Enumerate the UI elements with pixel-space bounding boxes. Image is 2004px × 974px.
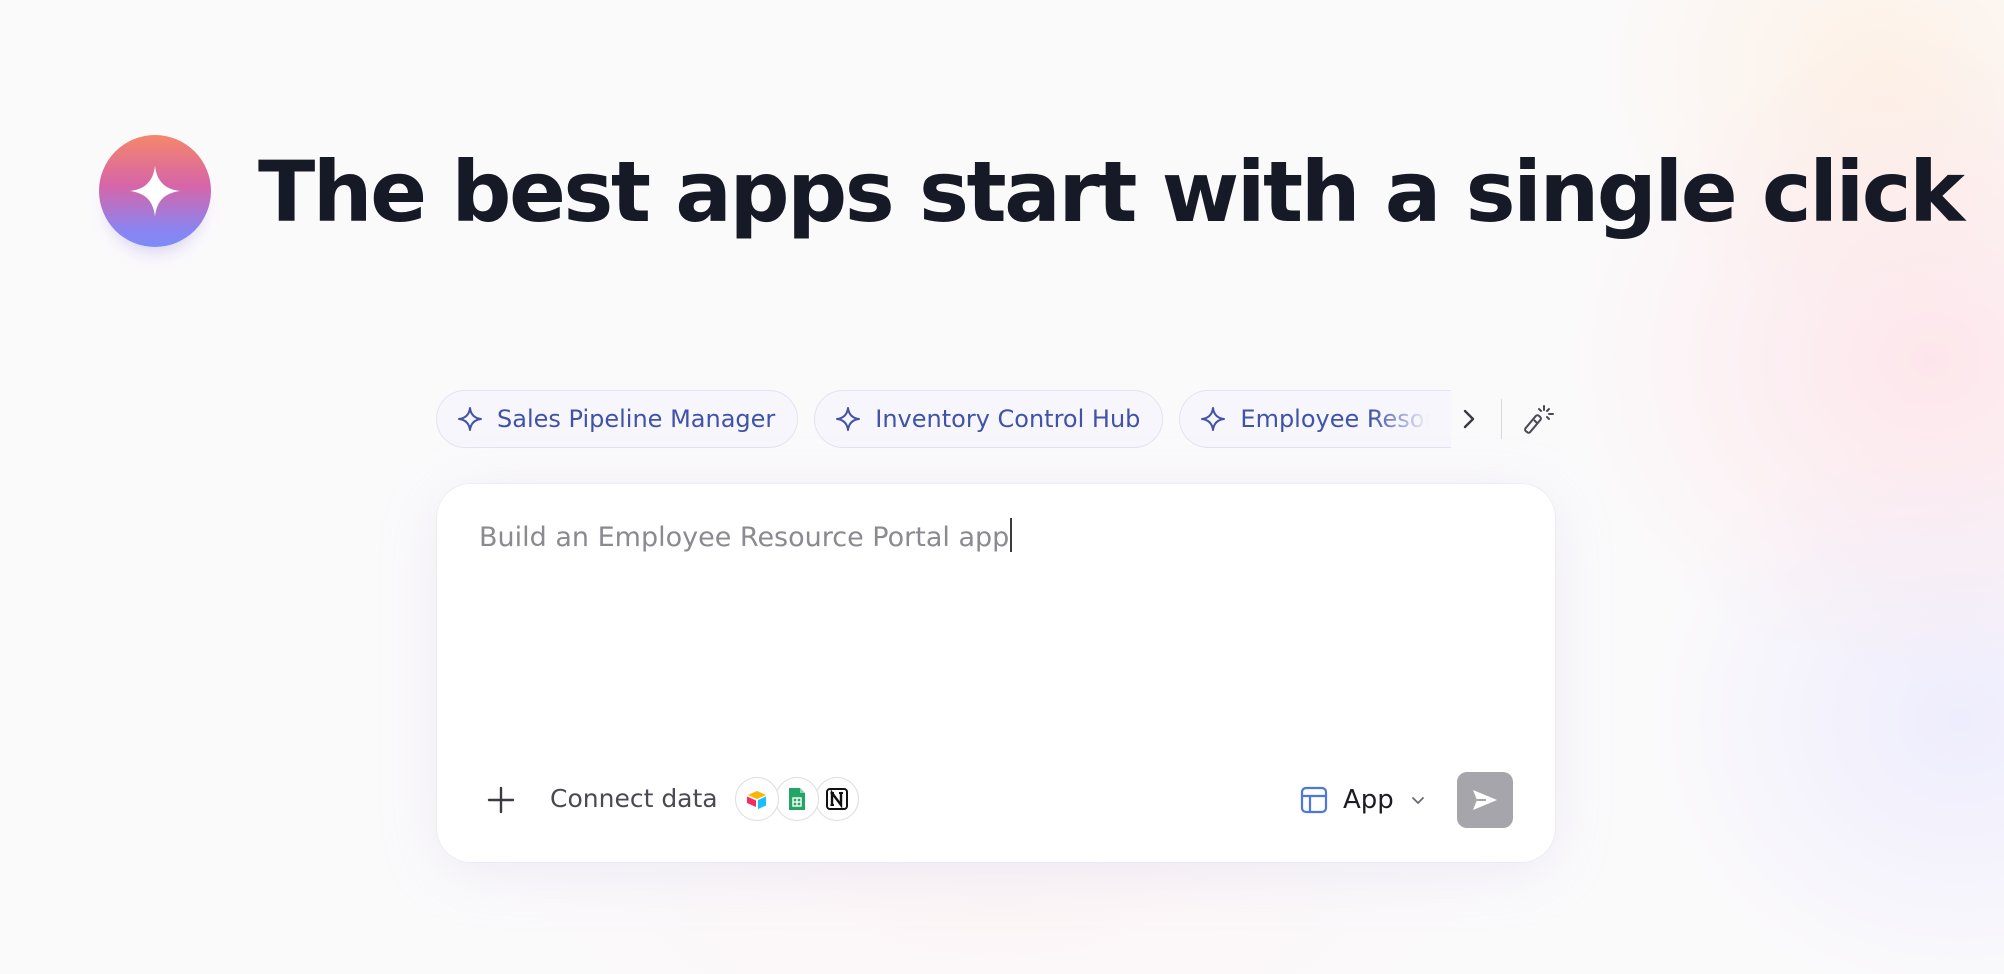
page-title: The best apps start with a single click	[258, 143, 1965, 241]
send-icon	[1473, 790, 1497, 810]
suggestion-chip-inventory-control[interactable]: Inventory Control Hub	[814, 390, 1164, 448]
chevron-down-icon	[1411, 797, 1424, 804]
text-caret	[1010, 518, 1013, 552]
prompt-toolbar: Connect data App	[437, 770, 1555, 830]
suggestion-chip-employee-resource[interactable]: Employee Resource Portal	[1179, 390, 1452, 448]
suggestion-chip-sales-pipeline[interactable]: Sales Pipeline Manager	[436, 390, 799, 448]
prompt-input[interactable]: Build an Employee Resource Portal app	[479, 516, 1013, 560]
prompt-text: Build an Employee Resource Portal app	[479, 522, 1010, 553]
notion-icon	[815, 777, 859, 821]
suggestion-label: Inventory Control Hub	[875, 405, 1141, 433]
prompt-box: Build an Employee Resource Portal app Co…	[437, 484, 1555, 862]
divider	[1501, 399, 1502, 439]
suggestion-chips: Sales Pipeline Manager Inventory Control…	[436, 389, 1556, 449]
integration-icons[interactable]	[735, 777, 859, 823]
mode-label: App	[1343, 785, 1394, 815]
google-sheets-icon	[775, 777, 819, 821]
suggestion-label: Sales Pipeline Manager	[497, 405, 776, 433]
magic-wand-icon[interactable]	[1524, 401, 1556, 437]
suggestion-label: Employee Resource Portal	[1240, 405, 1429, 433]
mode-select[interactable]: App	[1299, 778, 1426, 822]
sparkle-icon	[458, 407, 482, 431]
plus-icon[interactable]	[481, 780, 521, 820]
send-button[interactable]	[1457, 772, 1513, 828]
connect-data-button[interactable]: Connect data	[550, 784, 718, 813]
logo-sparkle-icon	[99, 135, 211, 247]
chevron-right-icon[interactable]	[1451, 399, 1487, 439]
airtable-icon	[735, 777, 779, 821]
sparkle-icon	[836, 407, 861, 431]
sparkle-icon	[1201, 407, 1226, 431]
layout-icon	[1300, 786, 1328, 814]
